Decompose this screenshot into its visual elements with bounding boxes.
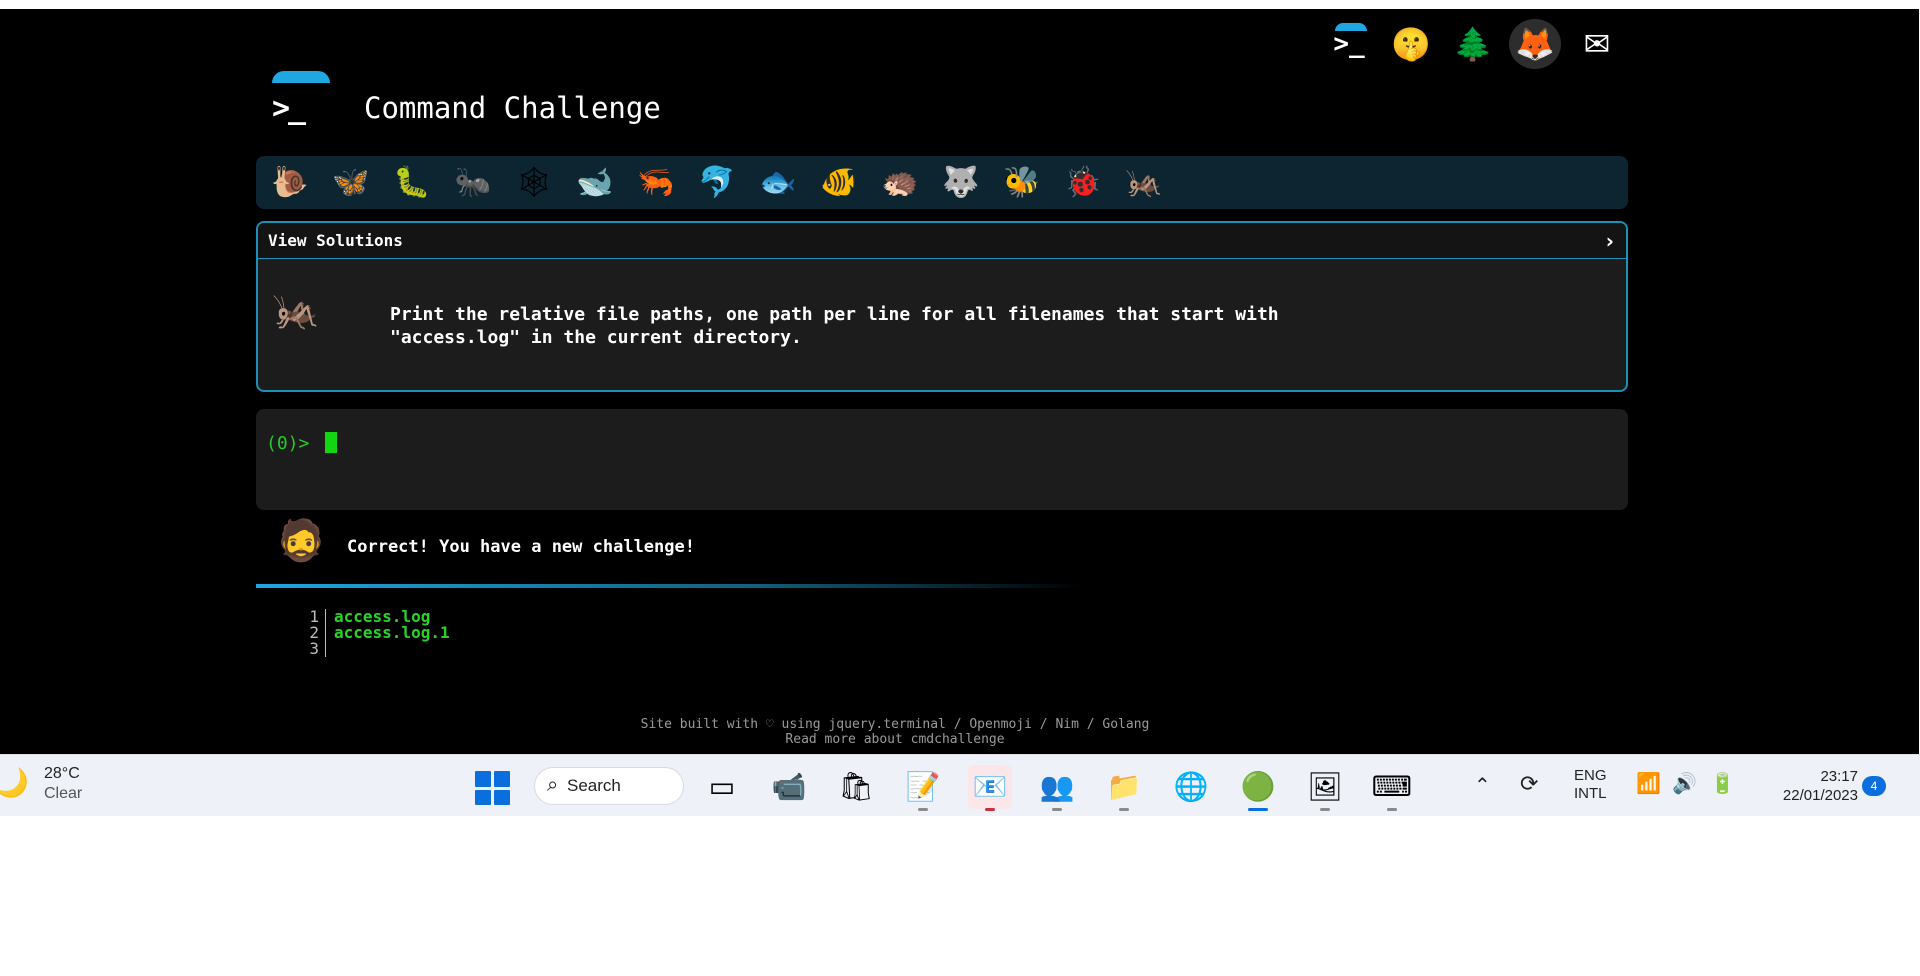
task-view-icon[interactable]: ▭	[700, 765, 744, 809]
edge-icon[interactable]: 🌐	[1169, 765, 1213, 809]
taskbar: 🌙 28°C Clear ⌕ Search ▭ 📹 🛍 📝 📧 👥 📁 🌐 🟢 …	[0, 754, 1920, 816]
ant-icon[interactable]: 🐜	[451, 161, 495, 205]
file-explorer-icon[interactable]: 📁	[1102, 765, 1146, 811]
footer: Site built with ♡ using jquery.terminal …	[0, 717, 1920, 747]
windows-logo-tile	[494, 771, 510, 787]
cricket-icon[interactable]: 🦗	[1122, 161, 1166, 205]
sticky-notes-icon[interactable]: 📝	[901, 765, 945, 811]
feedback-message: Correct! You have a new challenge!	[347, 537, 695, 557]
running-indicator	[1119, 808, 1129, 811]
notification-badge[interactable]: 4	[1862, 776, 1886, 796]
windows-logo-tile	[475, 789, 491, 805]
terminal-app-icon[interactable]: ⌨	[1370, 765, 1414, 811]
wolf-icon[interactable]: 🐺	[939, 161, 983, 205]
divider	[256, 584, 1086, 588]
envelope-icon[interactable]: ✉	[1571, 19, 1623, 69]
spider-web-icon[interactable]: 🕸	[512, 161, 556, 205]
shrimp-icon[interactable]: 🦐	[634, 161, 678, 205]
windows-logo-tile	[475, 771, 491, 787]
clock[interactable]: 23:17 22/01/2023	[1758, 767, 1858, 805]
fish-icon[interactable]: 🐟	[756, 161, 800, 205]
logo[interactable]: >_	[270, 71, 334, 129]
keyboard-layout: INTL	[1574, 785, 1607, 802]
top-icon-bar: >_ 🤫 🌲 🦊 ✉	[1323, 19, 1623, 69]
running-indicator	[1052, 808, 1062, 811]
start-button[interactable]	[475, 771, 511, 805]
language-code: ENG	[1574, 767, 1607, 784]
terminal-input[interactable]: (0)>	[256, 409, 1628, 510]
volume-icon[interactable]: 🔊	[1672, 771, 1697, 796]
sync-icon[interactable]: ⟳	[1520, 771, 1538, 797]
footer-read-more-link[interactable]: Read more about cmdchallenge	[0, 732, 1920, 747]
bearded-person-avatar: 🧔	[276, 518, 326, 564]
active-indicator	[1248, 808, 1268, 811]
challenge-panel: View Solutions › 🦗 Print the relative fi…	[256, 221, 1628, 392]
chrome-icon[interactable]: 🟢	[1236, 765, 1280, 811]
logo-arc	[272, 71, 330, 83]
line-text: access.log.1	[334, 623, 450, 642]
view-solutions-label: View Solutions	[268, 231, 403, 250]
store-icon[interactable]: 🛍	[834, 765, 878, 809]
output-line: 2 access.log.1	[300, 625, 450, 641]
gitlab-fox-icon[interactable]: 🦊	[1509, 19, 1561, 69]
running-indicator	[985, 808, 995, 811]
browser-page: >_ 🤫 🌲 🦊 ✉ >_ Command Challenge 🐌 🦋 🐛 🐜 …	[0, 9, 1920, 754]
running-indicator	[1320, 808, 1330, 811]
terminal-cursor	[325, 432, 337, 453]
search-icon: ⌕	[547, 774, 559, 796]
teams-icon[interactable]: 👥	[1035, 765, 1079, 811]
terminal-icon[interactable]: >_	[1323, 19, 1375, 69]
running-indicator	[1387, 808, 1397, 811]
wifi-icon[interactable]: 📶	[1636, 771, 1661, 796]
butterfly-icon[interactable]: 🦋	[329, 161, 373, 205]
dolphin-icon[interactable]: 🐬	[695, 161, 739, 205]
meet-icon[interactable]: 📹	[767, 765, 811, 809]
photos-icon[interactable]: 🖼	[1303, 765, 1347, 811]
language-indicator[interactable]: ENG INTL	[1574, 767, 1607, 803]
cricket-challenge-icon: 🦗	[272, 288, 320, 332]
running-indicator	[918, 808, 928, 811]
challenge-description: Print the relative file paths, one path …	[390, 304, 1279, 348]
battery-icon[interactable]: 🔋	[1710, 771, 1735, 796]
line-text	[326, 641, 334, 657]
page-title: Command Challenge	[364, 91, 661, 125]
footer-credits: Site built with ♡ using jquery.terminal …	[640, 717, 1150, 732]
chevron-up-icon[interactable]: ⌃	[1474, 773, 1491, 798]
challenge-progress-bar: 🐌 🦋 🐛 🐜 🕸 🐋 🦐 🐬 🐟 🐠 🦔 🐺 🐝 🐞 🦗	[256, 156, 1628, 209]
windows-logo-tile	[494, 789, 510, 805]
bee-icon[interactable]: 🐝	[1000, 161, 1044, 205]
snail-icon[interactable]: 🐌	[268, 161, 312, 205]
view-solutions-toggle[interactable]: View Solutions ›	[258, 223, 1626, 259]
line-number: 3	[300, 641, 326, 657]
tree-icon[interactable]: 🌲	[1447, 19, 1499, 69]
clock-date: 22/01/2023	[1782, 787, 1858, 804]
outlook-icon[interactable]: 📧	[968, 765, 1012, 811]
command-output: 1 access.log 2 access.log.1 3	[300, 609, 450, 657]
moon-weather-icon[interactable]: 🌙	[0, 769, 29, 797]
chevron-right-icon[interactable]: ›	[1606, 229, 1614, 253]
search-label: Search	[567, 776, 621, 795]
weather-condition[interactable]: Clear	[44, 785, 82, 803]
hedgehog-icon[interactable]: 🦔	[878, 161, 922, 205]
tropical-fish-icon[interactable]: 🐠	[817, 161, 861, 205]
logo-prompt-icon: >_	[272, 91, 306, 126]
output-line: 3	[300, 641, 450, 657]
weather-temperature[interactable]: 28°C	[44, 765, 80, 783]
taskbar-search[interactable]: ⌕ Search	[534, 767, 684, 805]
terminal-prompt: (0)>	[266, 433, 310, 454]
clock-time: 23:17	[1820, 768, 1858, 785]
shushing-face-icon[interactable]: 🤫	[1385, 19, 1437, 69]
whale-icon[interactable]: 🐋	[573, 161, 617, 205]
ladybug-icon[interactable]: 🐞	[1061, 161, 1105, 205]
caterpillar-icon[interactable]: 🐛	[390, 161, 434, 205]
